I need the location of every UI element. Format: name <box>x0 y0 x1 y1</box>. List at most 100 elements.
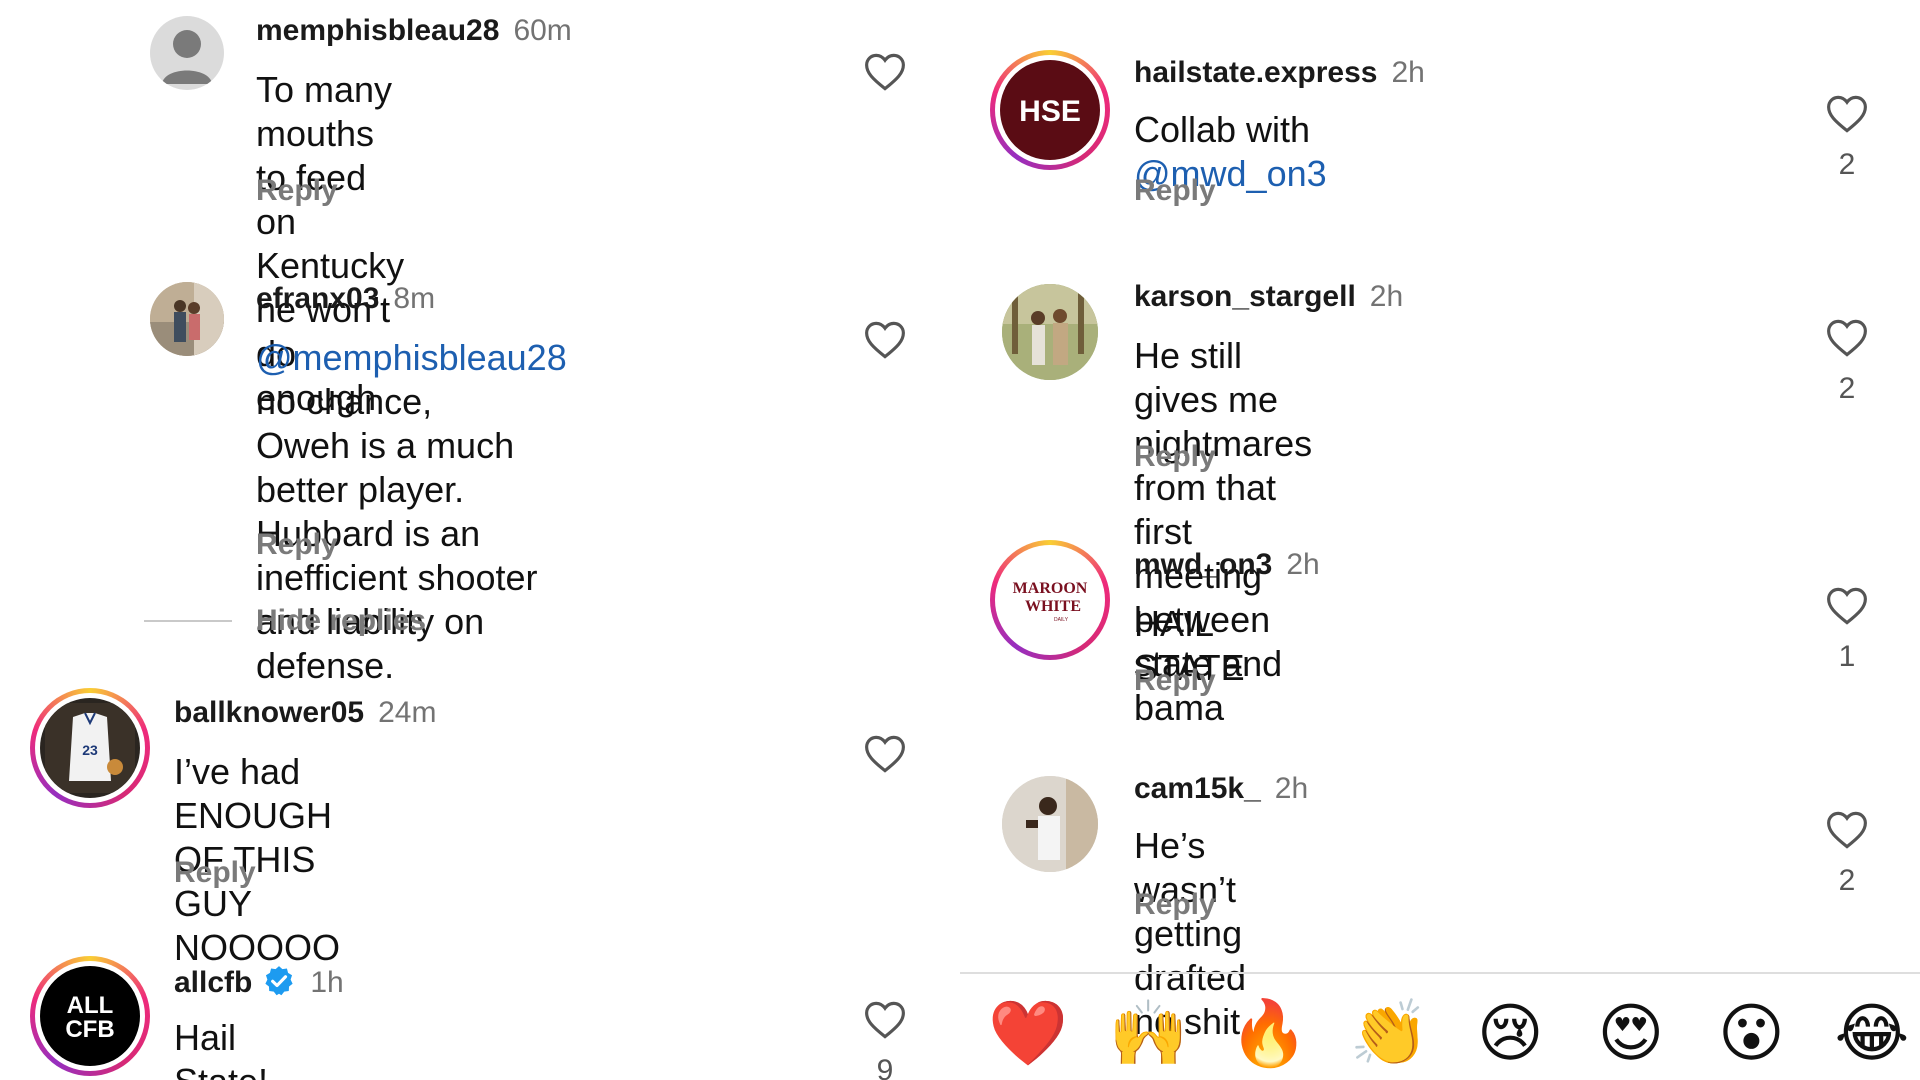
tears-of-joy-emoji-button[interactable]: 😂 <box>1834 995 1910 1071</box>
username[interactable]: memphisbleau28 <box>256 14 499 47</box>
like-button[interactable] <box>860 52 910 92</box>
reply-button[interactable]: Reply <box>1134 440 1216 474</box>
emoji-bar-divider <box>960 972 1920 974</box>
timestamp: 2h <box>1274 772 1309 805</box>
logo-text-maroon: MAROON <box>1013 580 1088 597</box>
comment-text-fragment: no chance, <box>256 381 433 422</box>
avatar-default[interactable] <box>150 16 224 90</box>
clapping-hands-emoji-button[interactable]: 👏 <box>1350 995 1430 1071</box>
heart-outline-icon <box>865 735 905 773</box>
like-count: 1 <box>1838 640 1856 673</box>
emoji-reaction-bar: ❤️ 🙌 🔥 👏 😢 😍 😮 😂 <box>988 995 1910 1071</box>
timestamp: 2h <box>1391 56 1425 89</box>
mention-link[interactable]: @memphisbleau28 <box>256 337 567 378</box>
heart-outline-icon <box>865 321 905 359</box>
comment-text-fragment: Collab with <box>1134 109 1311 150</box>
logo-text-line1: ALL <box>67 992 114 1019</box>
like-button[interactable] <box>860 320 910 360</box>
comment-meta: allcfb 1h <box>174 964 344 1000</box>
like-button[interactable] <box>860 734 910 774</box>
fire-emoji-button[interactable]: 🔥 <box>1229 995 1309 1071</box>
maroon-white-logo: MAROON WHITE DAILY <box>1005 555 1095 645</box>
like-button[interactable]: 2 <box>1822 94 1872 182</box>
timestamp: 2h <box>1286 548 1320 581</box>
photo-avatar-icon <box>150 282 224 356</box>
comment-text: Hail State! <box>174 1016 268 1080</box>
comment-meta: karson_stargell 2h <box>1134 280 1403 314</box>
like-button[interactable]: 9 <box>860 1000 910 1080</box>
heart-outline-icon <box>865 1001 905 1039</box>
default-user-icon <box>162 30 212 84</box>
timestamp: 8m <box>393 282 436 315</box>
timestamp: 2h <box>1369 280 1404 313</box>
heart-outline-icon <box>1827 319 1867 357</box>
raising-hands-emoji-button[interactable]: 🙌 <box>1109 995 1189 1071</box>
like-count: 9 <box>876 1054 894 1080</box>
avatar-allcfb[interactable]: ALL CFB <box>30 956 150 1076</box>
avatar-mwd-on3[interactable]: MAROON WHITE DAILY <box>990 540 1110 660</box>
comment-meta: hailstate.express 2h <box>1134 56 1425 90</box>
hide-replies-divider <box>144 620 232 622</box>
comment-text-line: To many mouths to feed on <box>256 69 393 242</box>
photo-avatar-icon <box>1002 776 1098 872</box>
like-count: 2 <box>1838 864 1856 897</box>
like-count: 2 <box>1838 148 1856 181</box>
heart-eyes-emoji-button[interactable]: 😍 <box>1593 995 1669 1071</box>
comment-meta: cam15k_ 2h <box>1134 772 1308 806</box>
comment-text-line: I’ve had ENOUGH OF THIS GUY <box>174 751 333 924</box>
reply-button[interactable]: Reply <box>174 856 256 890</box>
reply-button[interactable]: Reply <box>1134 174 1216 208</box>
logo-text-white: WHITE <box>1025 598 1081 615</box>
hse-logo-text: HSE <box>1019 95 1081 128</box>
like-button[interactable]: 1 <box>1822 586 1872 674</box>
timestamp: 24m <box>378 696 437 729</box>
username[interactable]: ballknower05 <box>174 696 364 729</box>
avatar-hailstate-express[interactable]: HSE <box>990 50 1110 170</box>
jersey-number: 23 <box>82 742 98 758</box>
left-comments-panel: memphisbleau28 60m To many mouths to feed… <box>0 0 950 1080</box>
username[interactable]: karson_stargell <box>1134 280 1356 313</box>
crying-face-emoji-button[interactable]: 😢 <box>1472 995 1548 1071</box>
like-count: 2 <box>1838 372 1856 405</box>
username[interactable]: allcfb <box>174 966 252 999</box>
heart-outline-icon <box>865 53 905 91</box>
comment-text-line: Oweh is a much better player. <box>256 425 515 510</box>
allcfb-logo: ALL CFB <box>45 971 135 1061</box>
reply-button[interactable]: Reply <box>256 528 338 562</box>
jersey-photo-icon: 23 <box>45 703 135 793</box>
reply-button[interactable]: Reply <box>256 174 338 208</box>
username[interactable]: hailstate.express <box>1134 56 1377 89</box>
comment-text-line: @memphisbleau28 no chance, <box>256 336 567 424</box>
timestamp: 60m <box>513 14 572 47</box>
avatar-cam15k[interactable] <box>1002 776 1098 872</box>
verified-badge-icon <box>265 966 293 996</box>
comment-meta: ballknower05 24m <box>174 696 436 730</box>
avatar-karson-stargell[interactable] <box>1002 284 1098 380</box>
comment-meta: efranx03 8m <box>256 282 435 316</box>
username[interactable]: cam15k_ <box>1134 772 1261 805</box>
avatar-ballknower05[interactable]: 23 <box>30 688 150 808</box>
like-button[interactable]: 2 <box>1822 318 1872 406</box>
reply-button[interactable]: Reply <box>1134 888 1216 922</box>
comment-text-line: Hail State! <box>174 1017 268 1080</box>
hide-replies-button[interactable]: Hide replies <box>256 604 426 638</box>
timestamp: 1h <box>310 966 344 999</box>
like-button[interactable]: 2 <box>1822 810 1872 898</box>
heart-outline-icon <box>1827 587 1867 625</box>
hse-logo: HSE <box>1005 65 1095 155</box>
right-comments-panel: HSE hailstate.express 2h Collab with @mwd… <box>960 0 1920 1080</box>
logo-text-daily: DAILY <box>1054 617 1069 623</box>
comment-meta: mwd_on3 2h <box>1134 548 1320 582</box>
heart-outline-icon <box>1827 95 1867 133</box>
avatar-efranx03[interactable] <box>150 282 224 356</box>
username[interactable]: efranx03 <box>256 282 379 315</box>
heart-outline-icon <box>1827 811 1867 849</box>
surprised-face-emoji-button[interactable]: 😮 <box>1713 995 1789 1071</box>
photo-avatar-icon <box>1002 284 1098 380</box>
red-heart-emoji-button[interactable]: ❤️ <box>988 995 1068 1071</box>
logo-text-line2: CFB <box>65 1016 114 1043</box>
comment-meta: memphisbleau28 60m <box>256 14 572 48</box>
reply-button[interactable]: Reply <box>1134 664 1216 698</box>
comment-text-line: He still gives me nightmares from that <box>1134 335 1313 508</box>
username[interactable]: mwd_on3 <box>1134 548 1272 581</box>
